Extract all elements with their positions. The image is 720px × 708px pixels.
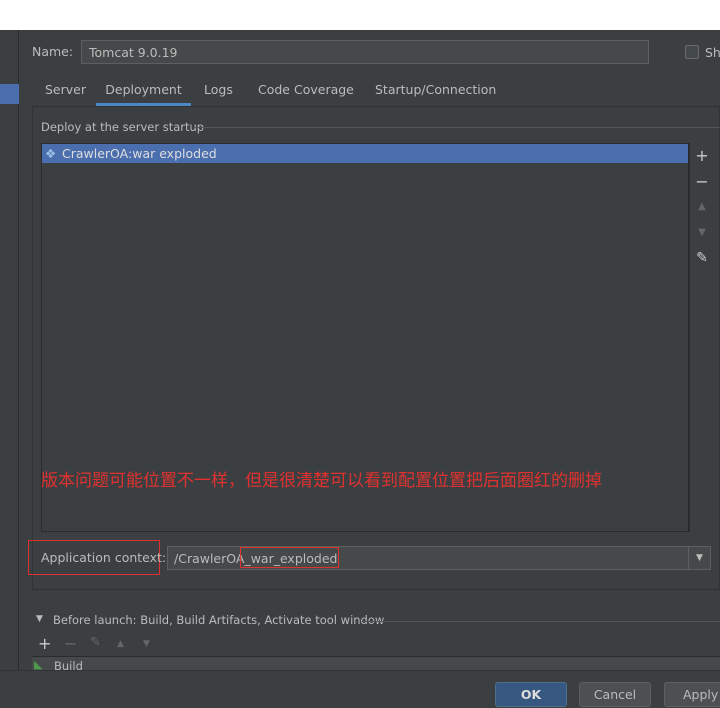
app-context-prefix: /CrawlerOA: [174, 550, 245, 566]
add-icon[interactable]: +: [693, 146, 711, 165]
remove-task-icon[interactable]: −: [64, 634, 77, 653]
build-icon: ◣: [34, 658, 43, 670]
deploy-item-label: CrawlerOA:war exploded: [62, 146, 217, 161]
before-launch-item[interactable]: Build: [54, 659, 83, 670]
deploy-list-item[interactable]: ❖ CrawlerOA:war exploded: [42, 144, 688, 163]
name-label: Name:: [32, 44, 74, 59]
config-tree-panel: [0, 30, 19, 670]
share-checkbox[interactable]: [685, 45, 699, 59]
before-launch-list[interactable]: ◣ Build: [32, 656, 720, 670]
footer-divider: [0, 670, 720, 671]
tab-logs[interactable]: Logs: [204, 80, 233, 106]
tab-deployment[interactable]: Deployment: [96, 80, 191, 106]
annotation-text: 版本问题可能位置不一样，但是很清楚可以看到配置位置把后面圈红的删掉: [41, 471, 602, 491]
config-tree-selected-item[interactable]: [0, 84, 19, 104]
cancel-button[interactable]: Cancel: [579, 682, 651, 707]
edit-task-icon[interactable]: ✎: [90, 635, 101, 650]
tab-server[interactable]: Server: [45, 80, 86, 106]
before-launch-label[interactable]: Before launch: Build, Build Artifacts, A…: [53, 613, 384, 627]
group-divider: [195, 127, 720, 128]
share-label: Sh: [705, 45, 720, 60]
ok-button[interactable]: OK: [495, 682, 567, 707]
add-task-icon[interactable]: +: [38, 634, 51, 653]
tab-startup-connection[interactable]: Startup/Connection: [375, 80, 496, 106]
dropdown-arrow-icon[interactable]: ▼: [688, 547, 710, 569]
app-context-label: Application context:: [41, 550, 167, 565]
artifact-icon: ❖: [45, 146, 57, 161]
edit-icon[interactable]: ✎: [693, 250, 711, 266]
move-up-icon[interactable]: ▲: [693, 201, 711, 212]
deploy-group-label: Deploy at the server startup: [41, 120, 205, 134]
move-down-icon[interactable]: ▼: [693, 227, 711, 238]
name-input[interactable]: Tomcat 9.0.19: [81, 40, 649, 64]
remove-icon[interactable]: −: [693, 172, 711, 191]
move-task-down-icon[interactable]: ▼: [143, 639, 150, 649]
tab-code-coverage[interactable]: Code Coverage: [258, 80, 354, 106]
before-launch-divider: [362, 621, 720, 622]
annotation-box-suffix: [240, 547, 339, 568]
apply-button[interactable]: Apply: [664, 682, 720, 707]
move-task-up-icon[interactable]: ▲: [117, 639, 124, 649]
collapse-triangle-icon[interactable]: ▼: [36, 614, 43, 624]
